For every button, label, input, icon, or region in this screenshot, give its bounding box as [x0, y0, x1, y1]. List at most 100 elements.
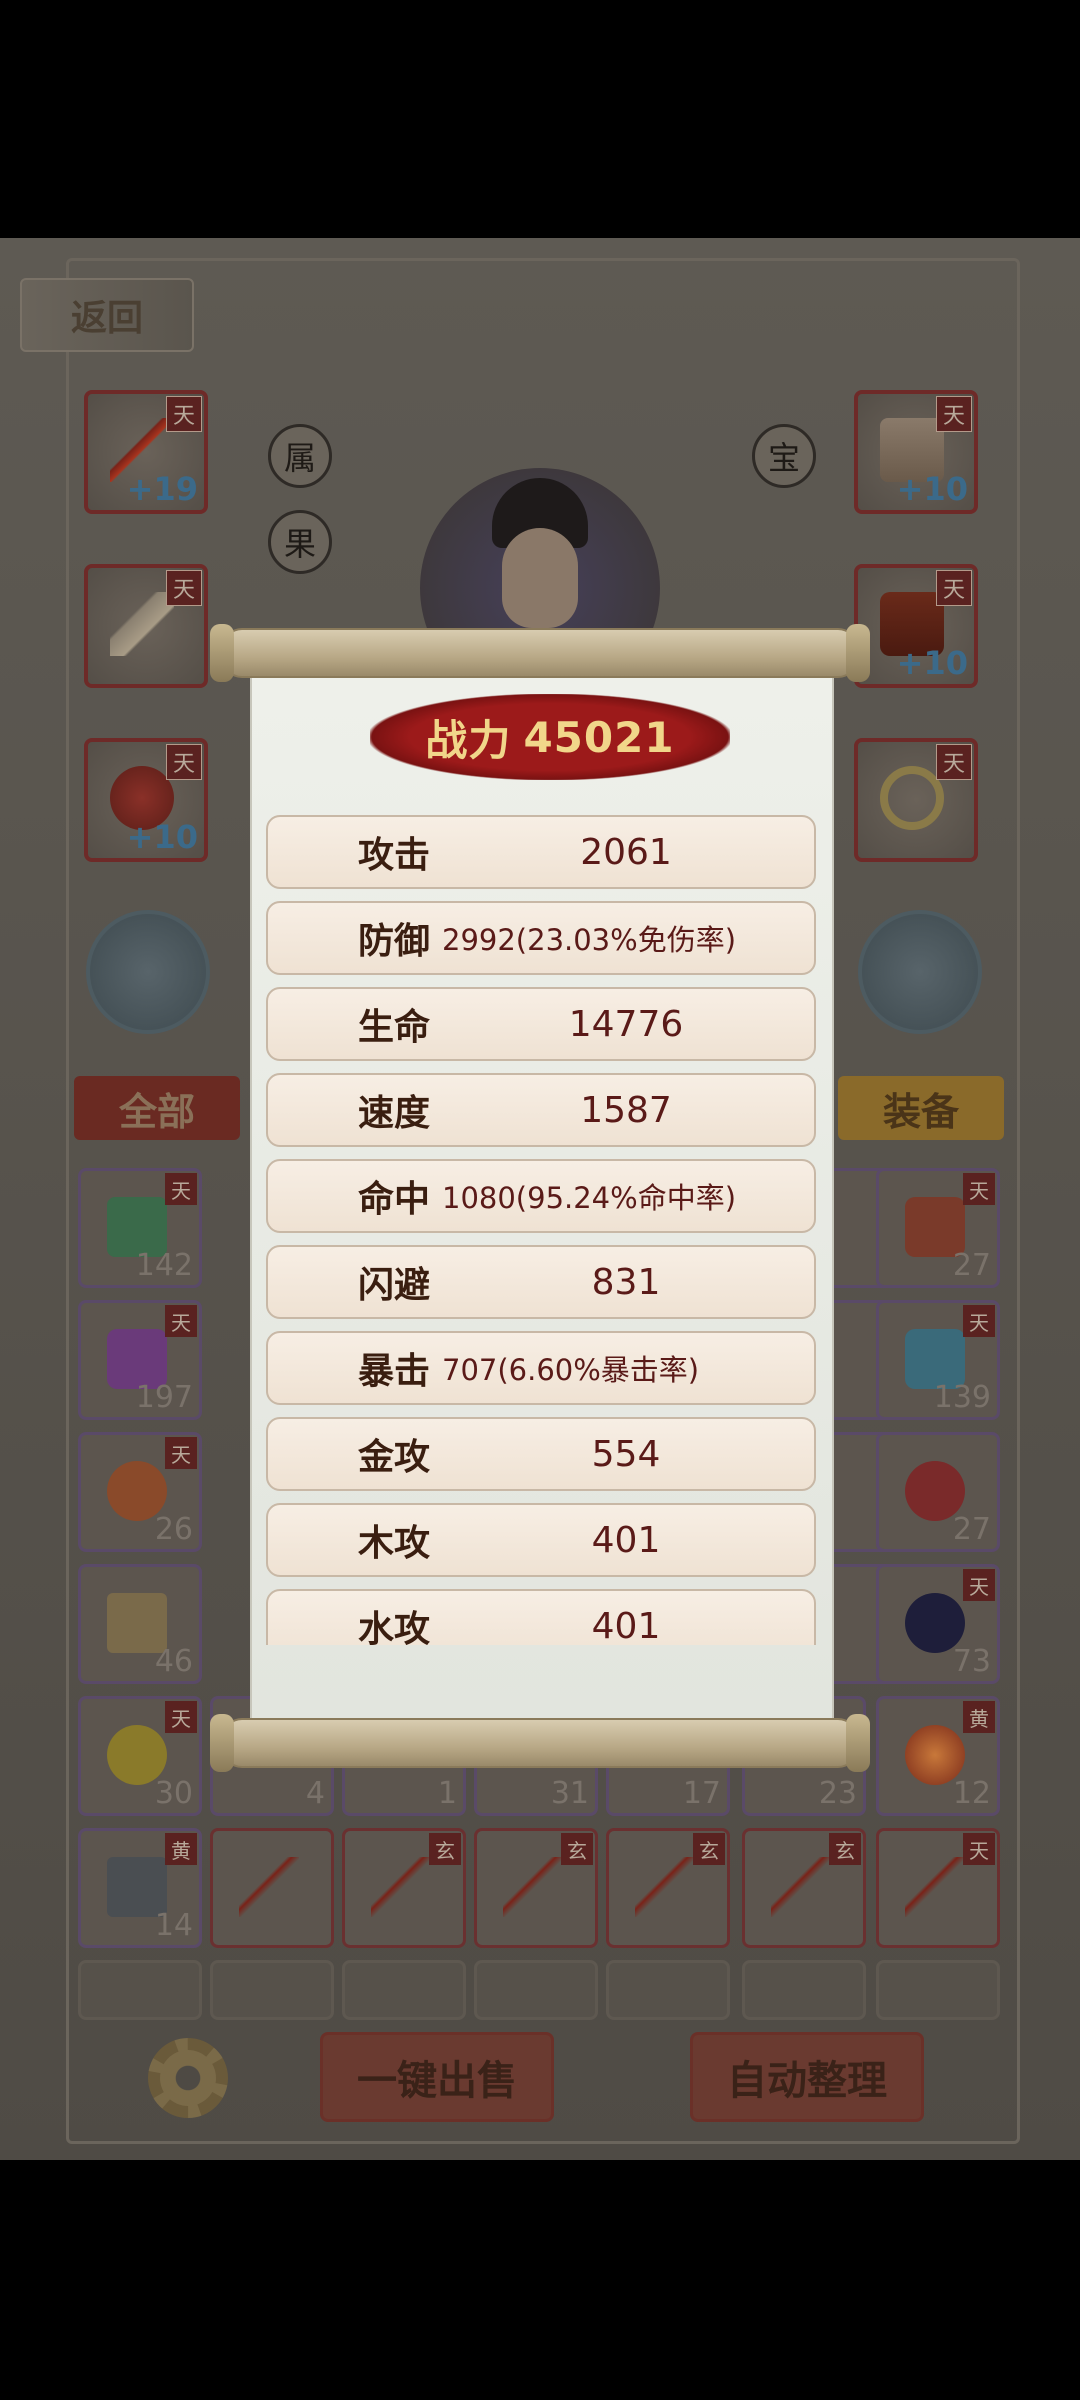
stat-row-accuracy: 命中 1080(95.24%命中率) — [266, 1159, 816, 1233]
stat-row-dodge: 闪避 831 — [266, 1245, 816, 1319]
stat-row-speed: 速度 1587 — [266, 1073, 816, 1147]
equip-slot-weapon[interactable]: 天 +19 — [84, 390, 208, 514]
inventory-item[interactable]: 天 26 — [78, 1432, 202, 1552]
tier-badge: 天 — [165, 1437, 197, 1469]
stat-name: 金攻 — [357, 1437, 430, 1478]
equip-slot-amulet[interactable]: 天 +10 — [84, 738, 208, 862]
equip-slot-armor[interactable]: 天 +10 — [854, 390, 978, 514]
inventory-item[interactable]: 天 30 — [78, 1696, 202, 1816]
settings-gear-icon[interactable] — [148, 2038, 228, 2118]
empty-slot[interactable] — [606, 1960, 730, 2020]
empty-slot[interactable] — [742, 1960, 866, 2020]
tier-badge: 玄 — [429, 1833, 461, 1865]
stat-row-attack: 攻击 2061 — [266, 815, 816, 889]
stat-row-wood-attack: 木攻 401 — [266, 1503, 816, 1577]
inventory-item[interactable]: 27 — [876, 1432, 1000, 1552]
tier-badge: 天 — [165, 1305, 197, 1337]
stat-value: 2061 — [580, 831, 672, 873]
tier-badge: 天 — [166, 570, 202, 606]
inventory-item[interactable]: 玄 — [606, 1828, 730, 1948]
inventory-item[interactable]: 天 142 — [78, 1168, 202, 1288]
empty-slot[interactable] — [474, 1960, 598, 2020]
combat-power-label: 战力 — [425, 715, 512, 765]
item-count: 73 — [952, 1644, 991, 1679]
empty-slot[interactable] — [342, 1960, 466, 2020]
stat-value: 831 — [591, 1261, 661, 1303]
scroll-icon — [110, 592, 174, 656]
tier-badge: 玄 — [561, 1833, 593, 1865]
tier-badge: 玄 — [829, 1833, 861, 1865]
item-count: 14 — [154, 1908, 193, 1943]
sword-icon — [503, 1857, 563, 1917]
inventory-item[interactable]: 天 — [876, 1828, 1000, 1948]
tier-badge: 天 — [963, 1569, 995, 1601]
item-count: 1 — [437, 1776, 457, 1811]
item-count: 30 — [154, 1776, 193, 1811]
treasure-button[interactable]: 宝 — [752, 424, 816, 488]
inventory-item[interactable]: 玄 — [742, 1828, 866, 1948]
scroll-bottom-roller — [210, 1714, 870, 1772]
enhance-level: +10 — [896, 644, 968, 682]
tab-equipment[interactable]: 装备 — [838, 1076, 1004, 1140]
item-count: 26 — [154, 1512, 193, 1547]
enhance-level: +19 — [126, 470, 198, 508]
equip-slot-artifact[interactable]: 天 +10 — [854, 564, 978, 688]
stat-value: 707(6.60%暴击率) — [442, 1353, 700, 1387]
item-count: 23 — [818, 1776, 857, 1811]
empty-slot[interactable] — [78, 1960, 202, 2020]
character-face — [502, 528, 578, 628]
stat-list[interactable]: 攻击 2061 防御 2992(23.03%免伤率) 生命 14776 速度 1… — [266, 815, 816, 1645]
tier-badge: 天 — [963, 1833, 995, 1865]
item-count: 197 — [135, 1380, 193, 1415]
auto-sort-button[interactable]: 自动整理 — [690, 2032, 924, 2122]
stat-name: 命中 — [357, 1179, 430, 1220]
item-count: 17 — [682, 1776, 721, 1811]
stat-name: 暴击 — [357, 1351, 430, 1392]
inventory-item[interactable]: 黄 14 — [78, 1828, 202, 1948]
inventory-item[interactable]: 天 139 — [876, 1300, 1000, 1420]
bracelet-slot-left[interactable] — [86, 910, 210, 1034]
stat-name: 攻击 — [357, 835, 430, 876]
stat-value: 554 — [591, 1433, 661, 1475]
item-count: 12 — [952, 1776, 991, 1811]
item-count: 139 — [933, 1380, 991, 1415]
inventory-item[interactable]: 玄 — [474, 1828, 598, 1948]
fruit-button[interactable]: 果 — [268, 510, 332, 574]
sell-all-button[interactable]: 一键出售 — [320, 2032, 554, 2122]
inventory-item[interactable]: 天 197 — [78, 1300, 202, 1420]
equip-slot-scroll[interactable]: 天 — [84, 564, 208, 688]
inventory-item[interactable] — [210, 1828, 334, 1948]
attributes-button[interactable]: 属 — [268, 424, 332, 488]
item-count: 31 — [550, 1776, 589, 1811]
inventory-item[interactable]: 黄 12 — [876, 1696, 1000, 1816]
empty-slot[interactable] — [876, 1960, 1000, 2020]
enhance-level: +10 — [896, 470, 968, 508]
sword-icon — [635, 1857, 695, 1917]
stat-value: 2992(23.03%免伤率) — [442, 923, 737, 957]
tier-badge: 天 — [165, 1701, 197, 1733]
item-count: 142 — [135, 1248, 193, 1283]
stat-row-crit: 暴击 707(6.60%暴击率) — [266, 1331, 816, 1405]
stat-value: 401 — [591, 1519, 661, 1561]
combat-power-banner: 战力 45021 — [370, 694, 730, 780]
item-count: 27 — [952, 1248, 991, 1283]
bracelet-slot-right[interactable] — [858, 910, 982, 1034]
equip-slot-ring[interactable]: 天 — [854, 738, 978, 862]
enhance-level: +10 — [126, 818, 198, 856]
item-count: 27 — [952, 1512, 991, 1547]
item-count: 46 — [154, 1644, 193, 1679]
inventory-item[interactable]: 46 — [78, 1564, 202, 1684]
tier-badge: 天 — [963, 1173, 995, 1205]
stat-row-hp: 生命 14776 — [266, 987, 816, 1061]
tab-all[interactable]: 全部 — [74, 1076, 240, 1140]
back-button[interactable]: 返回 — [20, 278, 194, 352]
stat-row-water-attack: 水攻 401 — [266, 1589, 816, 1645]
stat-name: 闪避 — [357, 1265, 430, 1306]
stat-value: 1080(95.24%命中率) — [442, 1181, 737, 1215]
inventory-item[interactable]: 天 73 — [876, 1564, 1000, 1684]
tier-badge: 玄 — [693, 1833, 725, 1865]
inventory-item[interactable]: 玄 — [342, 1828, 466, 1948]
tier-badge: 天 — [165, 1173, 197, 1205]
empty-slot[interactable] — [210, 1960, 334, 2020]
inventory-item[interactable]: 天 27 — [876, 1168, 1000, 1288]
